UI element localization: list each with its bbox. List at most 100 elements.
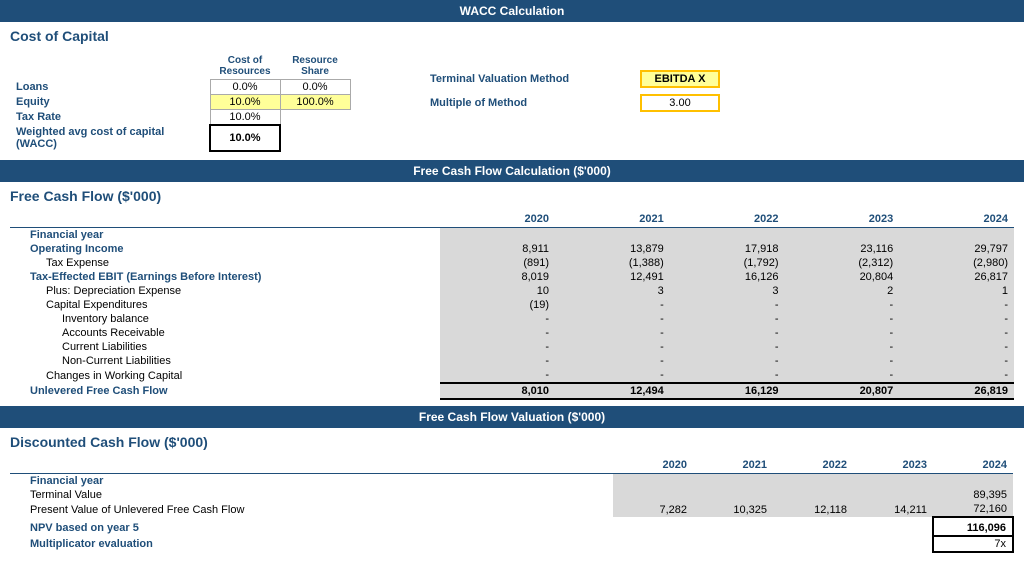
fcf-inv-2020: - — [440, 312, 555, 326]
fcf-ncl-2021: - — [555, 354, 670, 368]
fcf-fy-2024 — [899, 228, 1014, 243]
fcf-te-2023: (2,312) — [784, 256, 899, 270]
fcf-oi-2021: 13,879 — [555, 242, 670, 256]
fcf-ebit-label: Tax-Effected EBIT (Earnings Before Inter… — [10, 270, 440, 284]
fcf-val-header: Free Cash Flow Valuation ($'000) — [0, 406, 1024, 428]
fcf-ulfcf-2021: 12,494 — [555, 383, 670, 399]
wacc-section: Cost of Resources Resource Share Loans 0… — [0, 46, 1024, 160]
fcf-ulfcf-2023: 20,807 — [784, 383, 899, 399]
fcf-tax-expense-label: Tax Expense — [10, 256, 440, 270]
fcf-wc-2023: - — [784, 368, 899, 383]
fcf-inv-2024: - — [899, 312, 1014, 326]
fcf-ulfcf-2024: 26,819 — [899, 383, 1014, 399]
fcf-ar-label: Accounts Receivable — [10, 326, 440, 340]
fcf-oi-2024: 29,797 — [899, 242, 1014, 256]
terminal-valuation-row: Terminal Valuation Method EBITDA X — [430, 70, 720, 88]
dcf-mult-row: Multiplicator evaluation 7x — [10, 536, 1013, 552]
fcf-inv-2021: - — [555, 312, 670, 326]
dcf-tv-2022 — [773, 488, 853, 502]
fcf-te-2021: (1,388) — [555, 256, 670, 270]
fcf-val-title-text: Free Cash Flow Valuation ($'000) — [419, 410, 605, 424]
dcf-fy-label: Financial year — [10, 474, 613, 489]
fcf-cl-row: Current Liabilities - - - - - — [10, 340, 1014, 354]
fcf-operating-income-row: Operating Income 8,911 13,879 17,918 23,… — [10, 242, 1014, 256]
fcf-year-2024: 2024 — [899, 212, 1014, 228]
fcf-wc-2020: - — [440, 368, 555, 383]
dcf-year-2023: 2023 — [853, 458, 933, 474]
fcf-dep-2022: 3 — [670, 284, 785, 298]
dcf-year-2022: 2022 — [773, 458, 853, 474]
dcf-label-col-header — [10, 458, 613, 474]
fcf-inventory-label: Inventory balance — [10, 312, 440, 326]
wacc-col-header-1: Cost of Resources — [210, 54, 280, 80]
fcf-calc-header: Free Cash Flow Calculation ($'000) — [0, 160, 1024, 182]
fcf-dep-2021: 3 — [555, 284, 670, 298]
fcf-oi-2022: 17,918 — [670, 242, 785, 256]
fcf-ar-2022: - — [670, 326, 785, 340]
fcf-ncl-2024: - — [899, 354, 1014, 368]
fcf-label-col-header — [10, 212, 440, 228]
fcf-wc-2024: - — [899, 368, 1014, 383]
fcf-cl-2021: - — [555, 340, 670, 354]
wacc-loans-share[interactable]: 0.0% — [280, 80, 350, 95]
dcf-mult-label: Multiplicator evaluation — [10, 536, 613, 552]
fcf-header-row: 2020 2021 2022 2023 2024 — [10, 212, 1014, 228]
dcf-fy-2020 — [613, 474, 693, 489]
fcf-fy-2023 — [784, 228, 899, 243]
wacc-tax-value[interactable]: 10.0% — [210, 110, 280, 126]
wacc-title-text: WACC Calculation — [460, 4, 565, 18]
fcf-te-2022: (1,792) — [670, 256, 785, 270]
dcf-mult-value: 7x — [933, 536, 1013, 552]
fcf-capex-2022: - — [670, 298, 785, 312]
wacc-equity-share[interactable]: 100.0% — [280, 95, 350, 110]
fcf-ncl-2023: - — [784, 354, 899, 368]
fcf-ebit-2020: 8,019 — [440, 270, 555, 284]
fcf-ebit-row: Tax-Effected EBIT (Earnings Before Inter… — [10, 270, 1014, 284]
dcf-fy-2023 — [853, 474, 933, 489]
wacc-wacc-value[interactable]: 10.0% — [210, 125, 280, 151]
dcf-tv-label: Terminal Value — [10, 488, 613, 502]
fcf-te-2020: (891) — [440, 256, 555, 270]
dcf-tv-2024: 89,395 — [933, 488, 1013, 502]
fcf-dep-2024: 1 — [899, 284, 1014, 298]
dcf-pv-2023: 14,211 — [853, 502, 933, 517]
wacc-row-loans: Loans 0.0% 0.0% — [10, 80, 350, 95]
fcf-dep-2023: 2 — [784, 284, 899, 298]
multiple-method-row: Multiple of Method 3.00 — [430, 94, 720, 112]
dcf-npv-value: 116,096 — [933, 517, 1013, 536]
fcf-ebit-2023: 20,804 — [784, 270, 899, 284]
fcf-oi-2023: 23,116 — [784, 242, 899, 256]
fcf-capex-label: Capital Expenditures — [10, 298, 440, 312]
fcf-oi-2020: 8,911 — [440, 242, 555, 256]
dcf-section-title: Discounted Cash Flow ($'000) — [0, 428, 1024, 452]
fcf-ebit-2024: 26,817 — [899, 270, 1014, 284]
wacc-col-header-2: Resource Share — [280, 54, 350, 80]
dcf-pv-2020: 7,282 — [613, 502, 693, 517]
dcf-fy-2021 — [693, 474, 773, 489]
dcf-tv-2020 — [613, 488, 693, 502]
wacc-loans-cost[interactable]: 0.0% — [210, 80, 280, 95]
multiple-method-value[interactable]: 3.00 — [640, 94, 720, 112]
dcf-tv-2023 — [853, 488, 933, 502]
fcf-cl-2020: - — [440, 340, 555, 354]
fcf-ulfcf-row: Unlevered Free Cash Flow 8,010 12,494 16… — [10, 383, 1014, 399]
dcf-npv-row: NPV based on year 5 116,096 — [10, 517, 1013, 536]
fcf-cl-label: Current Liabilities — [10, 340, 440, 354]
fcf-year-2022: 2022 — [670, 212, 785, 228]
fcf-section: 2020 2021 2022 2023 2024 Financial year … — [0, 206, 1024, 406]
wacc-equity-cost[interactable]: 10.0% — [210, 95, 280, 110]
fcf-dep-2020: 10 — [440, 284, 555, 298]
fcf-ar-row: Accounts Receivable - - - - - — [10, 326, 1014, 340]
wacc-equity-label: Equity — [10, 95, 210, 110]
fcf-ulfcf-2020: 8,010 — [440, 383, 555, 399]
wacc-grid: Cost of Resources Resource Share Loans 0… — [10, 50, 1014, 152]
dcf-header-row: 2020 2021 2022 2023 2024 — [10, 458, 1013, 474]
dcf-npv-label: NPV based on year 5 — [10, 517, 613, 536]
fcf-capex-2024: - — [899, 298, 1014, 312]
fcf-operating-income-label: Operating Income — [10, 242, 440, 256]
wacc-row-wacc: Weighted avg cost of capital (WACC) 10.0… — [10, 125, 350, 151]
terminal-valuation-value[interactable]: EBITDA X — [640, 70, 720, 88]
dcf-year-2024: 2024 — [933, 458, 1013, 474]
fcf-cl-2023: - — [784, 340, 899, 354]
fcf-inv-2022: - — [670, 312, 785, 326]
